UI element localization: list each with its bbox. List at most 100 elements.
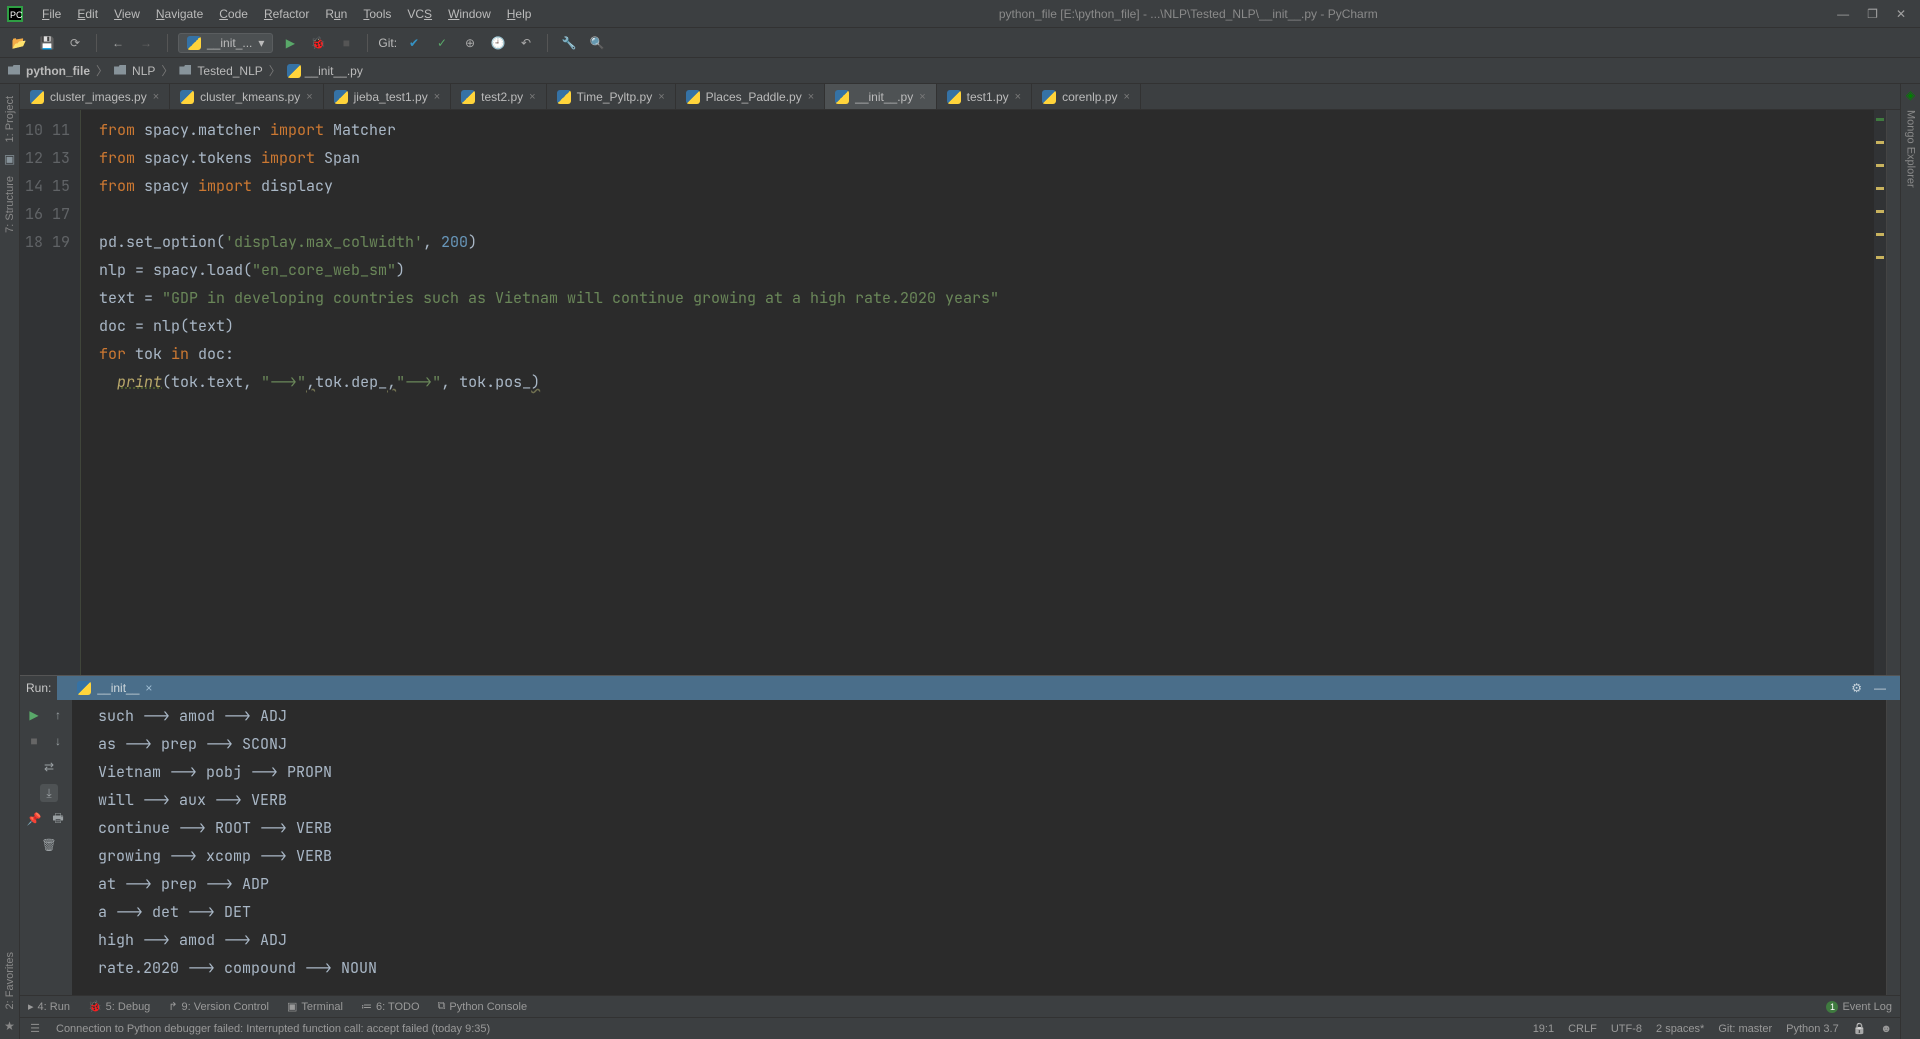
git-commit-icon[interactable]: ✓ [431,32,453,54]
menu-edit[interactable]: Edit [69,7,106,21]
git-update-icon[interactable]: ✔ [403,32,425,54]
search-icon[interactable]: 🔍 [586,32,608,54]
close-icon[interactable]: × [153,91,159,103]
tab-event-log[interactable]: 1 Event Log [1826,1001,1892,1013]
tool-favorites-tab[interactable]: 2: Favorites [4,944,16,1017]
folder-icon [179,64,193,78]
git-branch[interactable]: Git: master [1718,1023,1772,1035]
editor-tab[interactable]: cluster_kmeans.py× [170,84,323,109]
run-panel: Run: __init__ × ⚙ — ▶ ↑ ■ [20,675,1900,995]
indent-setting[interactable]: 2 spaces* [1656,1023,1704,1035]
breadcrumb-item[interactable]: python_file [8,64,90,78]
breadcrumb-item[interactable]: NLP [114,64,155,78]
menu-run[interactable]: Run [317,7,355,21]
git-clock-icon[interactable]: 🕘 [487,32,509,54]
editor-tab[interactable]: corenlp.py× [1032,84,1141,109]
minimize-panel-icon[interactable]: — [1868,681,1892,695]
git-revert-icon[interactable]: ↶ [515,32,537,54]
chevron-down-icon: ▾ [258,36,264,50]
hector-icon[interactable]: ☻ [1880,1023,1892,1035]
window-minimize-icon[interactable]: — [1837,7,1849,21]
close-icon[interactable]: × [919,91,925,103]
close-icon[interactable]: × [306,91,312,103]
tab-debug[interactable]: 🐞 5: Debug [88,1000,150,1013]
rerun-icon[interactable]: ▶ [25,706,43,724]
open-icon[interactable]: 📂 [8,32,30,54]
menu-help[interactable]: Help [499,7,540,21]
breadcrumb-item[interactable]: __init__.py [287,64,363,78]
run-scrollbar[interactable] [1886,700,1900,995]
menu-refactor[interactable]: Refactor [256,7,317,21]
lock-icon[interactable] [1853,1022,1867,1035]
sync-icon[interactable]: ⟳ [64,32,86,54]
tool-project-tab[interactable]: 1: Project [4,88,16,150]
soft-wrap-icon[interactable]: ⇄ [40,758,58,776]
editor-tab[interactable]: __init__.py× [825,84,936,109]
menu-code[interactable]: Code [211,7,256,21]
debug-icon[interactable]: 🐞 [307,32,329,54]
gear-icon[interactable]: ⚙ [1845,681,1868,695]
close-icon[interactable]: × [658,91,664,103]
close-icon[interactable]: × [434,91,440,103]
tab-todo[interactable]: ≔ 6: TODO [361,1000,420,1013]
menu-file[interactable]: File [34,7,69,21]
stop-icon[interactable]: ■ [25,732,43,750]
editor-tab[interactable]: Time_Pyltp.py× [547,84,676,109]
window-maximize-icon[interactable]: ❐ [1867,7,1878,21]
tool-mongo-tab[interactable]: Mongo Explorer [1905,102,1917,196]
editor-scrollbar[interactable] [1886,110,1900,675]
window-close-icon[interactable]: ✕ [1896,7,1906,21]
git-history-icon[interactable]: ⊕ [459,32,481,54]
window-title: python_file [E:\python_file] - ...\NLP\T… [539,7,1837,21]
close-icon[interactable]: × [808,91,814,103]
forward-icon[interactable]: → [135,32,157,54]
stop-icon[interactable]: ■ [335,32,357,54]
bottom-tool-tabs: ▸ 4: Run 🐞 5: Debug ↱ 9: Version Control… [20,995,1900,1017]
folder-icon: ▣ [4,152,15,166]
menu-window[interactable]: Window [440,7,499,21]
save-icon[interactable]: 💾 [36,32,58,54]
grip-icon[interactable]: ◈ [1906,84,1915,102]
run-output[interactable]: such --> amod --> ADJ as --> prep --> SC… [72,700,1886,995]
line-separator[interactable]: CRLF [1568,1023,1597,1035]
menu-navigate[interactable]: Navigate [148,7,211,21]
main-area: 1: Project ▣ 7: Structure 2: Favorites ★… [0,84,1920,1039]
close-icon[interactable]: × [529,91,535,103]
run-config-selector[interactable]: __init_... ▾ [178,33,273,53]
file-encoding[interactable]: UTF-8 [1611,1023,1642,1035]
cursor-position[interactable]: 19:1 [1533,1023,1554,1035]
close-icon[interactable]: × [145,681,152,695]
editor-tab[interactable]: cluster_images.py× [20,84,170,109]
editor-tab[interactable]: Places_Paddle.py× [676,84,826,109]
message-icon[interactable]: ☰ [28,1022,42,1036]
editor-tab[interactable]: test1.py× [937,84,1032,109]
run-tab[interactable]: __init__ × [69,681,160,695]
breadcrumb-item[interactable]: Tested_NLP [179,64,262,78]
scroll-down-icon[interactable]: ↓ [49,732,67,750]
python-interpreter[interactable]: Python 3.7 [1786,1023,1839,1035]
back-icon[interactable]: ← [107,32,129,54]
scroll-to-end-icon[interactable]: ⤓ [40,784,58,802]
tool-structure-tab[interactable]: 7: Structure [4,168,16,241]
python-icon [557,90,571,104]
pin-icon[interactable]: 📌 [25,810,43,828]
tab-python-console[interactable]: ⧉ Python Console [438,1000,528,1013]
close-icon[interactable]: × [1015,91,1021,103]
tab-version-control[interactable]: ↱ 9: Version Control [168,1000,269,1013]
menu-vcs[interactable]: VCS [399,7,440,21]
print-icon[interactable]: 🖶 [49,810,67,828]
run-icon[interactable]: ▶ [279,32,301,54]
menu-tools[interactable]: Tools [355,7,399,21]
menu-view[interactable]: View [106,7,148,21]
tab-terminal[interactable]: ▣ Terminal [287,1000,343,1013]
editor-tab[interactable]: jieba_test1.py× [324,84,452,109]
python-icon [461,90,475,104]
tab-run[interactable]: ▸ 4: Run [28,1000,70,1013]
wrench-icon[interactable]: 🔧 [558,32,580,54]
trash-icon[interactable]: 🗑 [40,836,58,854]
status-message: Connection to Python debugger failed: In… [56,1023,490,1035]
editor-tab[interactable]: test2.py× [451,84,546,109]
close-icon[interactable]: × [1123,91,1129,103]
scroll-up-icon[interactable]: ↑ [49,706,67,724]
code-area[interactable]: from spacy.matcher import Matcher from s… [80,110,1874,675]
